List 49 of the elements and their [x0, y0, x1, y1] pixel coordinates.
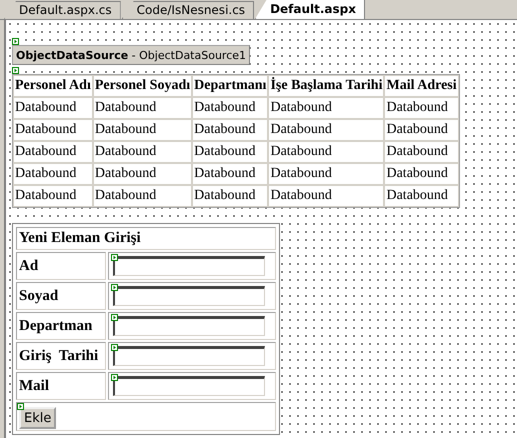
table-cell: Databound [268, 97, 384, 119]
table-cell: Databound [268, 163, 384, 185]
table-cell: Databound [92, 97, 192, 119]
table-cell: Databound [192, 119, 268, 141]
field-label: Departman [16, 312, 106, 340]
table-cell: Databound [192, 185, 268, 207]
data-source-control[interactable]: ObjectDataSource - ObjectDataSource1 [12, 45, 250, 65]
add-button[interactable]: Ekle [19, 407, 56, 429]
field-label: Giriş Tarihi [16, 342, 106, 370]
smart-tag-icon[interactable] [17, 403, 24, 410]
editor-tab[interactable]: Default.aspx.cs [4, 1, 121, 19]
table-cell: Databound [92, 185, 192, 207]
table-cell: Databound [384, 97, 459, 119]
table-cell: Databound [268, 119, 384, 141]
input-field[interactable] [113, 376, 265, 396]
table-cell: Databound [384, 119, 459, 141]
smart-tag-icon[interactable] [12, 67, 19, 74]
field-label: Mail [16, 372, 106, 400]
field-label: Soyad [16, 282, 106, 310]
table-cell: Databound [13, 97, 93, 119]
table-cell: Databound [268, 141, 384, 163]
editor-tab[interactable]: Default.aspx [255, 0, 366, 19]
table-cell: Databound [13, 163, 93, 185]
input-field[interactable] [113, 286, 265, 306]
column-header: İşe Başlama Tarihi [268, 75, 384, 97]
input-field[interactable] [113, 346, 265, 366]
column-header: Departmanı [192, 75, 268, 97]
table-cell: Databound [92, 141, 192, 163]
table-cell: Databound [13, 185, 93, 207]
table-cell: Databound [13, 141, 93, 163]
form-title: Yeni Eleman Girişi [16, 227, 276, 250]
field-label: Ad [16, 252, 106, 280]
column-header: Personel Adı [13, 75, 93, 97]
table-cell: Databound [192, 141, 268, 163]
table-cell: Databound [384, 163, 459, 185]
table-cell: Databound [384, 185, 459, 207]
table-cell: Databound [268, 185, 384, 207]
smart-tag-icon[interactable] [12, 38, 19, 45]
table-cell: Databound [92, 119, 192, 141]
editor-tab[interactable]: Code/IsNesnesi.cs [122, 1, 254, 19]
table-cell: Databound [192, 163, 268, 185]
input-field[interactable] [113, 316, 265, 336]
input-field[interactable] [113, 256, 265, 276]
table-cell: Databound [13, 119, 93, 141]
column-header: Mail Adresi [384, 75, 459, 97]
table-cell: Databound [192, 97, 268, 119]
table-cell: Databound [384, 141, 459, 163]
column-header: Personel Soyadı [92, 75, 192, 97]
table-cell: Databound [92, 163, 192, 185]
